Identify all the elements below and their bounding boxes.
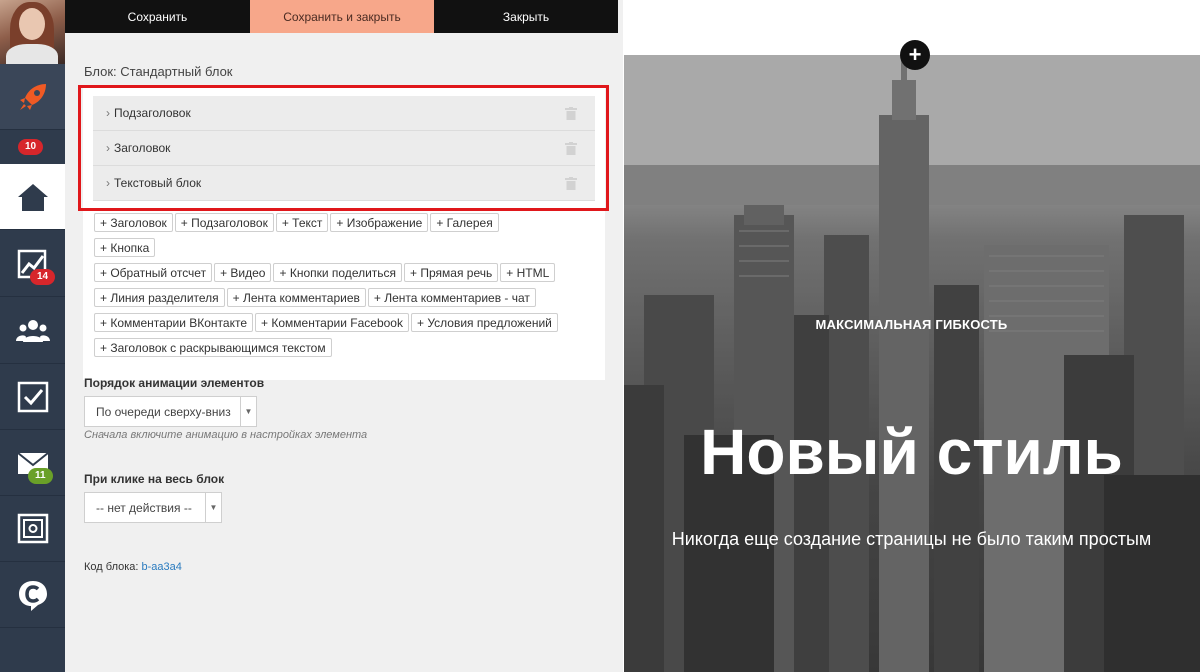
add-offer-terms-tag[interactable]: + Условия предложений <box>410 313 558 332</box>
add-vk-comments-tag[interactable]: + Комментарии ВКонтакте <box>94 313 254 332</box>
add-heading-tag[interactable]: + Заголовок <box>94 213 173 232</box>
editor-toolbar: Сохранить Сохранить и закрыть Закрыть <box>65 0 618 33</box>
stats-badge: 14 <box>30 269 56 285</box>
home-icon <box>17 183 48 211</box>
highlight-frame <box>78 85 609 211</box>
skyline-illustration <box>624 55 1200 672</box>
animation-hint: Сначала включите анимацию в настройках э… <box>84 429 368 441</box>
animation-order-value: По очереди сверху-вниз <box>96 404 231 419</box>
block-editor-panel: Блок: Стандартный блок › Подзаголовок › … <box>65 33 623 672</box>
add-button-tag[interactable]: + Кнопка <box>94 238 156 257</box>
block-click-label: При клике на весь блок <box>84 472 225 486</box>
chevron-down-icon: ▼ <box>205 493 221 522</box>
preview-hero-title: Новый стиль <box>700 416 1123 488</box>
chevron-down-icon: ▼ <box>240 397 256 426</box>
add-share-buttons-tag[interactable]: + Кнопки поделиться <box>273 263 403 282</box>
safe-icon <box>17 513 48 543</box>
block-click-value: -- нет действия -- <box>96 500 192 515</box>
add-quote-tag[interactable]: + Прямая речь <box>404 263 499 282</box>
save-and-close-button[interactable]: Сохранить и закрыть <box>250 0 434 33</box>
add-html-tag[interactable]: + HTML <box>500 263 556 282</box>
chat-c-icon <box>18 580 47 611</box>
add-block-plus-icon[interactable]: + <box>900 40 930 70</box>
mail-badge: 11 <box>28 468 53 484</box>
block-code-label: Код блока: <box>84 561 139 573</box>
sidebar-item-tasks[interactable] <box>0 364 65 430</box>
sidebar-item-mail[interactable] <box>0 430 65 496</box>
animation-order-select[interactable]: По очереди сверху-вниз ▼ <box>84 396 257 427</box>
add-collapsible-heading-tag[interactable]: + Заголовок с раскрывающимся текстом <box>94 338 332 357</box>
animation-order-label: Порядок анимации элементов <box>84 376 265 390</box>
save-button[interactable]: Сохранить <box>65 0 250 33</box>
add-element-tags: + Заголовок + Подзаголовок + Текст + Изобра… <box>94 213 564 363</box>
block-click-select[interactable]: -- нет действия -- ▼ <box>84 492 222 523</box>
add-text-tag[interactable]: + Текст <box>275 213 329 232</box>
add-video-tag[interactable]: + Видео <box>214 263 272 282</box>
block-title: Блок: Стандартный блок <box>84 64 233 79</box>
sidebar-item-users[interactable] <box>0 298 65 364</box>
rocket-icon <box>19 83 46 110</box>
sidebar-item-home[interactable] <box>0 164 65 230</box>
preview-subtitle: Никогда еще создание страницы не было та… <box>671 529 1152 549</box>
rocket-badge: 10 <box>18 139 44 155</box>
sidebar-item-safe[interactable] <box>0 496 65 562</box>
add-facebook-comments-tag[interactable]: + Комментарии Facebook <box>255 313 409 332</box>
checkbox-icon <box>17 381 48 412</box>
app-sidebar: 10 14 11 <box>0 0 65 672</box>
add-divider-tag[interactable]: + Линия разделителя <box>94 288 225 307</box>
sidebar-item-stats[interactable] <box>0 231 65 297</box>
sidebar-item-rocket[interactable] <box>0 64 65 130</box>
users-icon <box>15 319 50 342</box>
avatar[interactable] <box>0 0 65 64</box>
page-preview: + МАКСИМАЛЬНАЯ ГИБКОСТЬ Новый стиль Нико… <box>623 0 1200 672</box>
close-button[interactable]: Закрыть <box>434 0 618 33</box>
add-comments-chat-tag[interactable]: + Лента комментариев - чат <box>367 288 536 307</box>
city-background-image <box>624 55 1200 672</box>
block-code-link[interactable]: b-aa3a4 <box>142 561 182 573</box>
sidebar-item-support[interactable] <box>0 562 65 628</box>
add-subtitle-tag[interactable]: + Подзаголовок <box>174 213 274 232</box>
preview-eyebrow: МАКСИМАЛЬНАЯ ГИБКОСТЬ <box>815 317 1008 332</box>
add-image-tag[interactable]: + Изображение <box>330 213 429 232</box>
add-countdown-tag[interactable]: + Обратный отсчет <box>94 263 213 282</box>
block-code: Код блока: b-aa3a4 <box>84 561 182 573</box>
add-gallery-tag[interactable]: + Галерея <box>430 213 499 232</box>
add-comments-feed-tag[interactable]: + Лента комментариев <box>226 288 366 307</box>
